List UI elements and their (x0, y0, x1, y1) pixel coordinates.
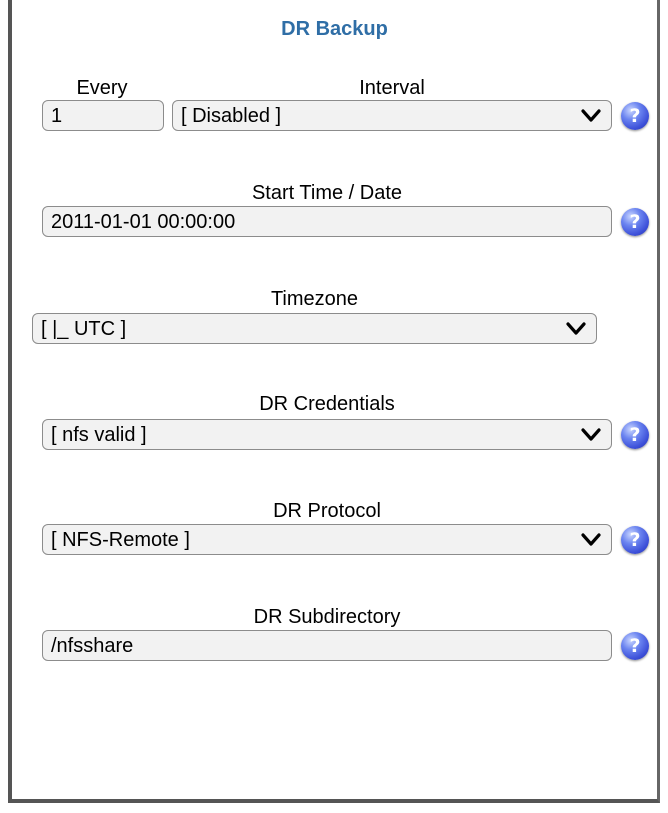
protocol-select[interactable]: [ NFS-Remote ] (42, 524, 612, 555)
chevron-down-icon (581, 428, 601, 441)
interval-select[interactable]: [ Disabled ] (172, 100, 612, 131)
help-icon[interactable]: ? (621, 421, 649, 449)
chevron-down-icon (581, 533, 601, 546)
credentials-label: DR Credentials (259, 393, 395, 415)
subdirectory-input[interactable]: /nfsshare (42, 630, 612, 661)
panel-title: DR Backup (281, 18, 388, 40)
timezone-value: [ |_ UTC ] (41, 318, 127, 340)
protocol-label: DR Protocol (273, 500, 381, 522)
help-icon[interactable]: ? (621, 208, 649, 236)
every-label: Every (76, 77, 128, 99)
credentials-select[interactable]: [ nfs valid ] (42, 419, 612, 450)
help-icon[interactable]: ? (621, 526, 649, 554)
timezone-select[interactable]: [ |_ UTC ] (32, 313, 597, 344)
subdirectory-label: DR Subdirectory (253, 606, 401, 628)
protocol-value: [ NFS-Remote ] (51, 529, 190, 551)
help-icon[interactable]: ? (621, 102, 649, 130)
start-time-input[interactable]: 2011-01-01 00:00:00 (42, 206, 612, 237)
timezone-label: Timezone (270, 288, 359, 310)
start-time-label: Start Time / Date (251, 182, 403, 204)
chevron-down-icon (581, 109, 601, 122)
interval-label: Interval (359, 77, 425, 99)
every-input[interactable]: 1 (42, 100, 164, 131)
help-icon[interactable]: ? (621, 632, 649, 660)
dr-backup-panel: DR Backup Every 1 Interval [ Disabled ] … (8, 0, 660, 803)
chevron-down-icon (566, 322, 586, 335)
credentials-value: [ nfs valid ] (51, 424, 147, 446)
interval-value: [ Disabled ] (181, 105, 282, 127)
